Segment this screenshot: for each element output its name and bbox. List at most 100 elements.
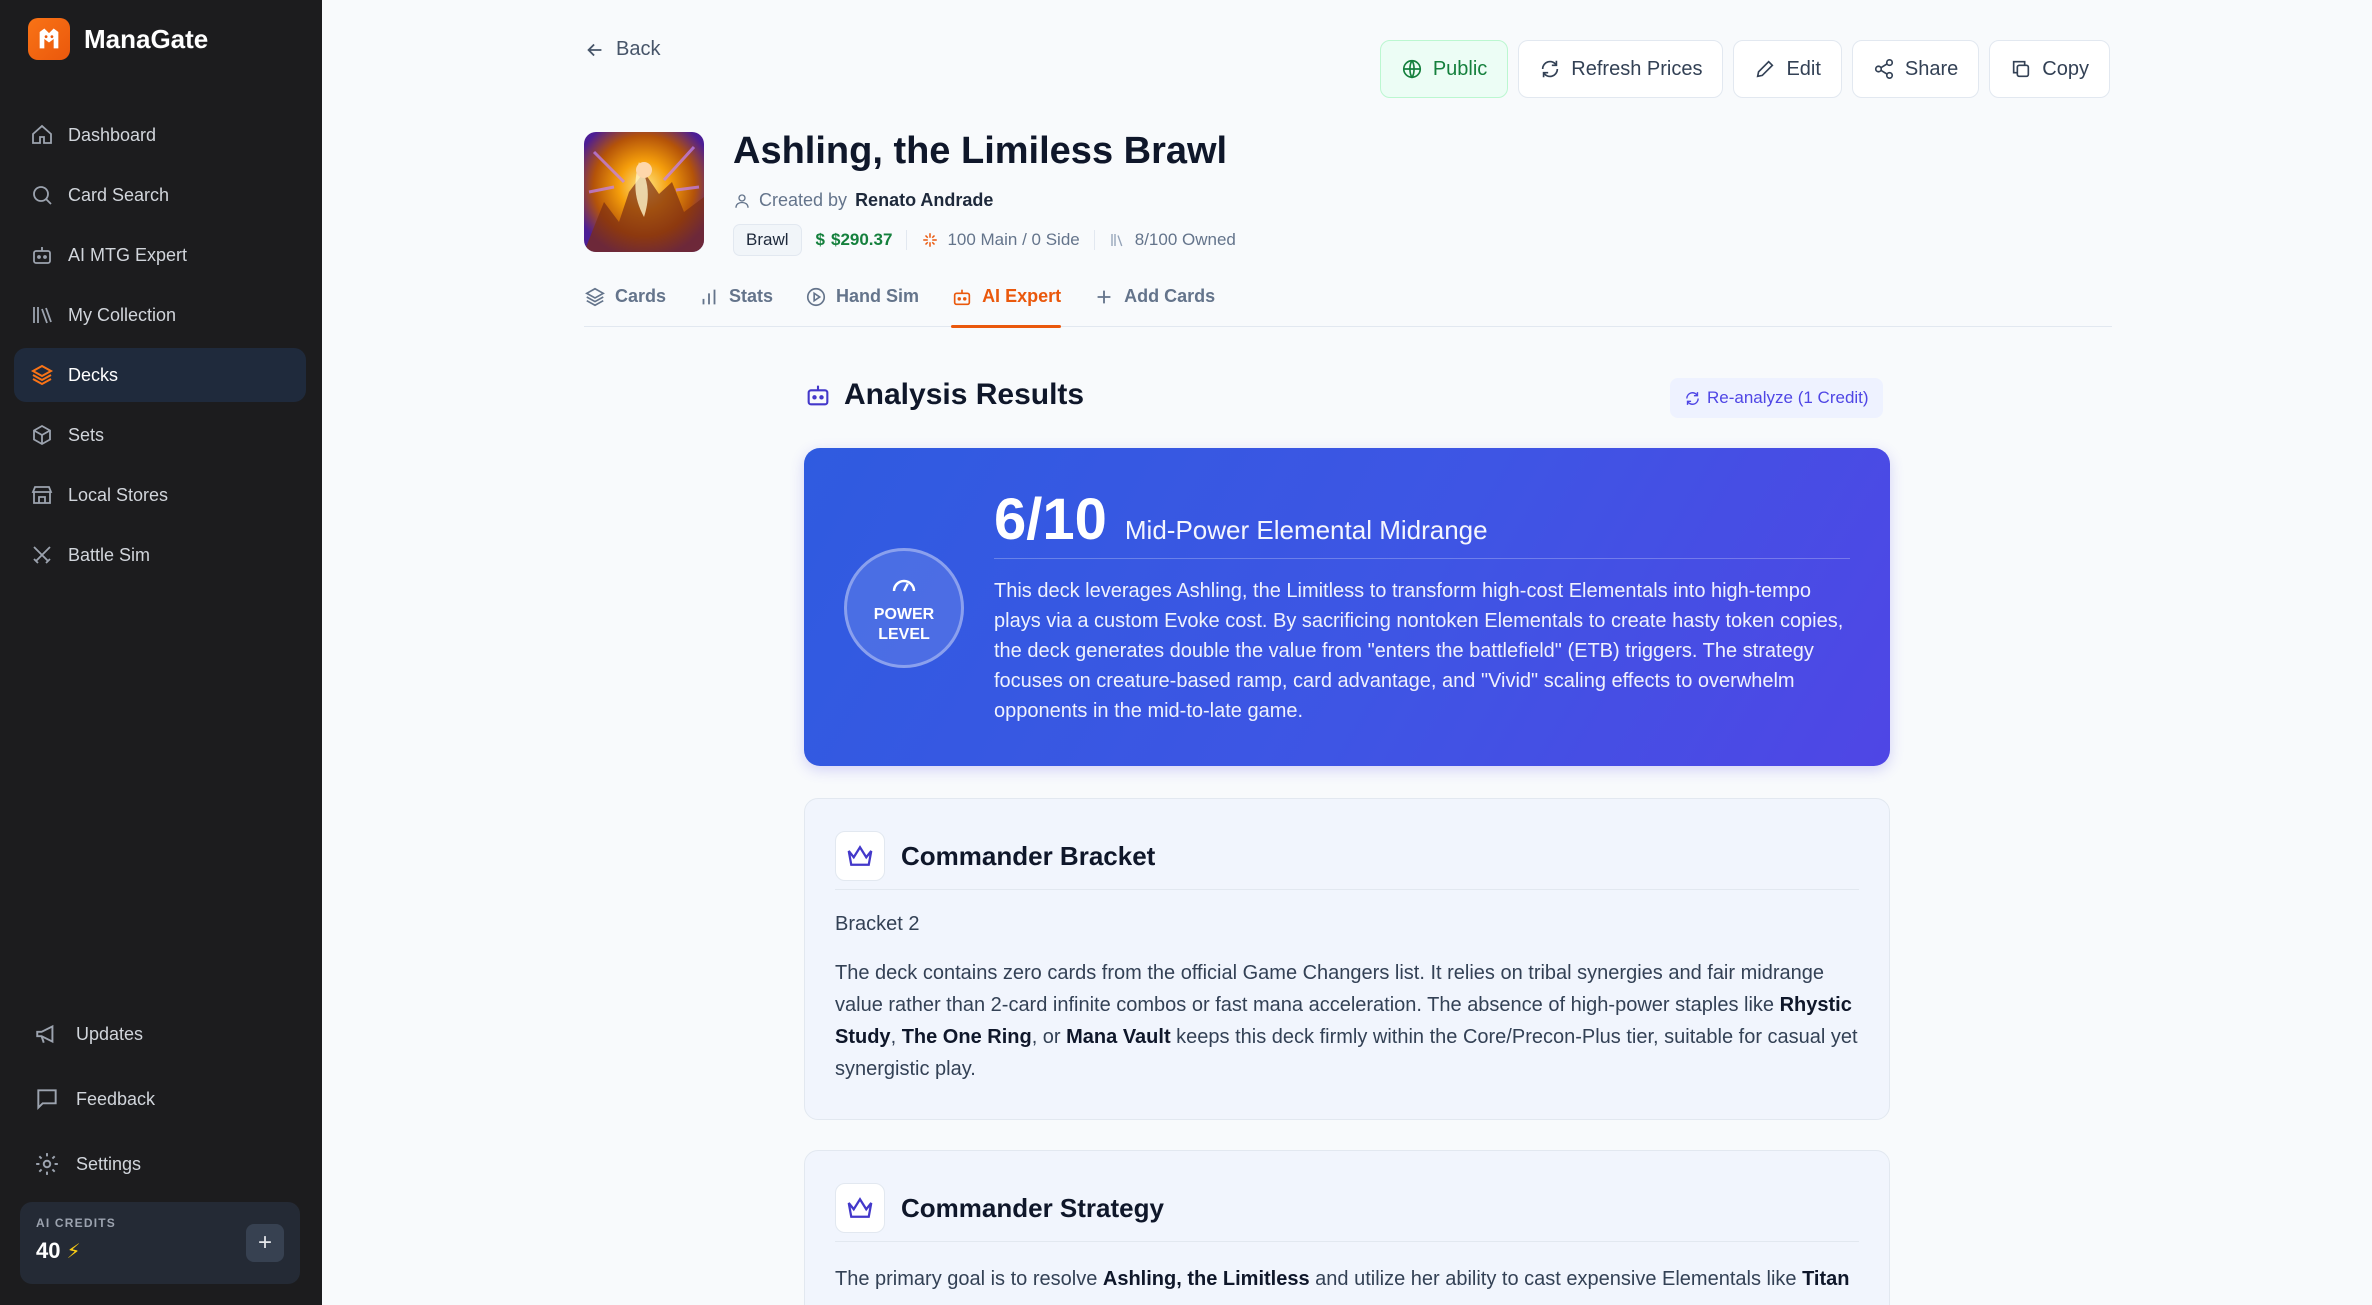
tab-label: Hand Sim [836, 286, 920, 306]
sidebar-item-label: Decks [68, 364, 119, 385]
sidebar-item-card-search[interactable]: Card Search [14, 168, 306, 222]
bot-icon [33, 247, 51, 264]
sidebar-item-feedback[interactable]: Feedback [20, 1071, 302, 1127]
commander-strategy-card: Commander Strategy The primary goal is t… [804, 1150, 1890, 1305]
bracket-description: The deck contains zero cards from the of… [835, 957, 1859, 1085]
sidebar-item-label: My Collection [68, 304, 177, 325]
reanalyze-button[interactable]: Re-analyze (1 Credit) [1670, 378, 1883, 418]
deck-price: $ $290.37 [816, 230, 893, 250]
layers-icon [30, 364, 54, 386]
tab-label: AI Expert [982, 286, 1062, 306]
share-button[interactable]: Share [1851, 40, 1980, 98]
bracket-value: Bracket 2 [835, 913, 920, 935]
tab-add-cards[interactable]: Add Cards [1093, 282, 1215, 326]
power-level-line-1: POWER [873, 606, 935, 623]
power-archetype: Mid-Power Elemental Midrange [1124, 515, 1488, 545]
sidebar-item-my-collection[interactable]: My Collection [14, 288, 306, 342]
tab-stats[interactable]: Stats [698, 282, 773, 326]
sparkles-icon [923, 233, 938, 247]
strategy-description: The primary goal is to resolve Ashling, … [835, 1263, 1859, 1295]
text-segment: , [890, 1026, 902, 1048]
refresh-icon [1686, 391, 1699, 405]
deck-author: Created by Renato Andrade [733, 190, 993, 211]
divider [1093, 230, 1095, 250]
public-label: Public [1432, 57, 1488, 80]
sidebar-item-label: Battle Sim [68, 544, 151, 565]
sidebar-item-settings[interactable]: Settings [20, 1136, 302, 1192]
box-icon [33, 424, 51, 446]
text-segment: , or [1031, 1026, 1067, 1048]
card-title: Commander Bracket [901, 840, 1156, 871]
card-header: Commander Bracket [835, 831, 1155, 881]
megaphone-icon [36, 1024, 54, 1044]
author-name[interactable]: Renato Andrade [855, 190, 993, 211]
reanalyze-label: Re-analyze (1 Credit) [1707, 388, 1869, 407]
sidebar-item-label: Card Search [68, 184, 170, 205]
sidebar-item-label: Dashboard [68, 124, 157, 145]
sidebar-item-label: Settings [76, 1153, 142, 1174]
sidebar-item-dashboard[interactable]: Dashboard [14, 108, 306, 162]
sidebar-item-label: Sets [68, 424, 105, 445]
crown-icon [835, 831, 885, 881]
power-score-value: 6/10 [994, 487, 1107, 552]
ai-credits-panel: AI CREDITS 40 ⚡ + [20, 1202, 300, 1284]
sidebar-item-updates[interactable]: Updates [20, 1006, 302, 1062]
edit-label: Edit [1786, 57, 1821, 80]
power-level-gauge: POWER LEVEL [844, 548, 964, 668]
copy-button[interactable]: Copy [1989, 40, 2110, 98]
card-header: Commander Strategy [835, 1183, 1164, 1233]
sidebar-item-sets[interactable]: Sets [14, 408, 306, 462]
sidebar-item-local-stores[interactable]: Local Stores [14, 468, 306, 522]
edit-button[interactable]: Edit [1733, 40, 1842, 98]
play-icon [806, 287, 826, 307]
main-content: Back Public Refresh Prices Edit Share Co… [322, 0, 2372, 1305]
divider [906, 230, 908, 250]
deck-meta: Brawl $ $290.37 100 Main / 0 Side 8/100 … [733, 224, 1236, 256]
analysis-title: Analysis Results [844, 378, 1085, 411]
swords-icon [33, 546, 51, 564]
deck-owned: 8/100 Owned [1109, 230, 1236, 250]
created-by-label: Created by [759, 190, 848, 210]
pencil-icon [1757, 60, 1774, 78]
tab-cards[interactable]: Cards [584, 282, 666, 326]
bot-icon [807, 385, 829, 406]
power-level-card: POWER LEVEL 6/10 Mid-Power Elemental Mid… [804, 448, 1890, 766]
refresh-prices-button[interactable]: Refresh Prices [1518, 40, 1724, 98]
card-name[interactable]: Ashling, the Limitless [1103, 1268, 1310, 1290]
plus-icon [1097, 290, 1111, 304]
sidebar-item-battle-sim[interactable]: Battle Sim [14, 528, 306, 582]
sidebar: ManaGate Dashboard Card Search AI MTG Ex… [0, 0, 322, 1305]
power-level-line-2: LEVEL [878, 626, 930, 643]
card-name[interactable]: The One Ring [902, 1026, 1032, 1048]
divider [835, 1241, 1859, 1242]
refresh-prices-label: Refresh Prices [1571, 57, 1703, 80]
back-label: Back [616, 38, 661, 60]
tab-hand-sim[interactable]: Hand Sim [805, 282, 919, 326]
tab-label: Stats [729, 286, 774, 306]
back-button[interactable]: Back [584, 38, 660, 61]
share-label: Share [1904, 57, 1959, 80]
add-credits-button[interactable]: + [246, 1224, 284, 1262]
sidebar-item-label: Feedback [76, 1088, 156, 1109]
text-segment: The primary goal is to resolve [835, 1268, 1103, 1290]
card-name[interactable]: Mana Vault [1066, 1026, 1170, 1048]
tab-ai-expert[interactable]: AI Expert [951, 282, 1062, 328]
brand[interactable]: ManaGate [28, 18, 208, 60]
sidebar-bottom-nav: Updates Feedback Settings [20, 1006, 302, 1201]
deck-tabs: Cards Stats Hand Sim AI Expert Add Cards [584, 282, 2112, 328]
text-segment: and utilize her ability to cast expensiv… [1309, 1268, 1803, 1290]
deck-title: Ashling, the Limiless Brawl [733, 130, 1228, 172]
divider [994, 558, 1850, 559]
public-toggle-button[interactable]: Public [1379, 40, 1509, 98]
library-icon [1111, 234, 1123, 247]
sidebar-item-decks[interactable]: Decks [14, 348, 306, 402]
tab-label: Add Cards [1124, 286, 1216, 306]
user-icon [735, 193, 749, 208]
divider [835, 889, 1859, 890]
sidebar-item-ai-mtg-expert[interactable]: AI MTG Expert [14, 228, 306, 282]
card-name[interactable]: Titan [1802, 1268, 1849, 1290]
deck-commander-image [584, 132, 704, 252]
bolt-icon: ⚡ [66, 1240, 81, 1263]
ai-credits-count: 40 [36, 1238, 61, 1263]
power-description: This deck leverages Ashling, the Limitle… [994, 580, 1844, 722]
